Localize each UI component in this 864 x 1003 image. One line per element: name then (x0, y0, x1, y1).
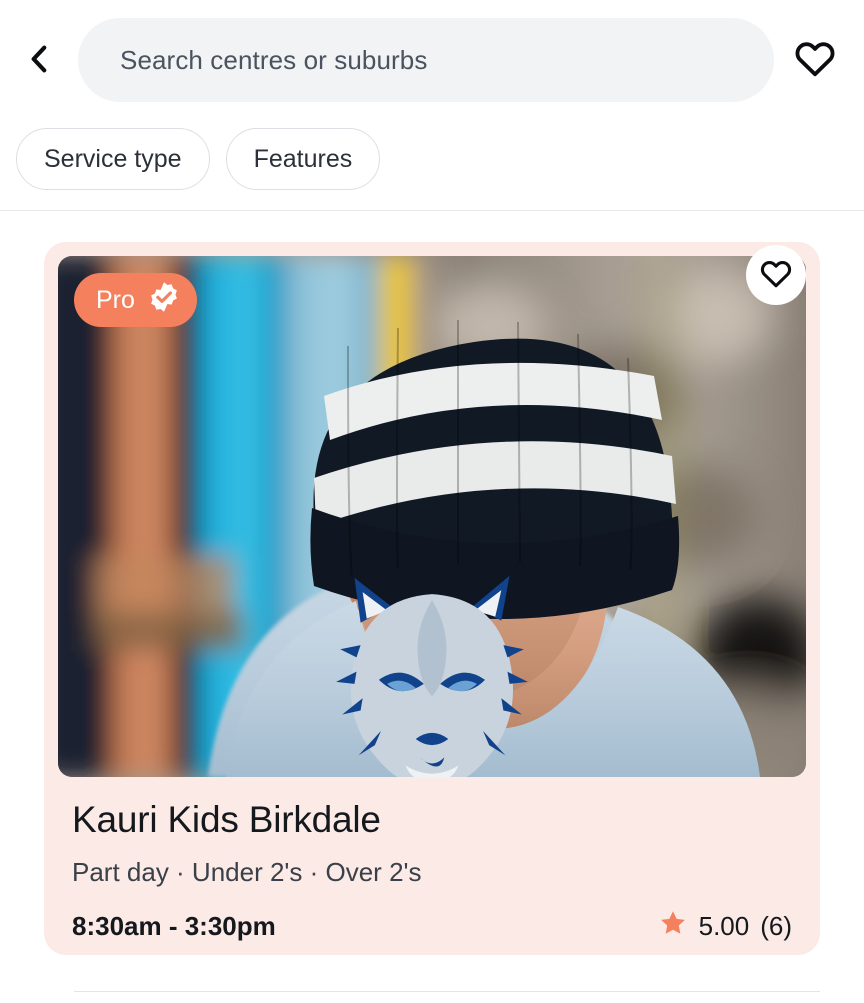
card-favourite-button[interactable] (746, 245, 806, 305)
pro-badge-label: Pro (96, 285, 135, 314)
search-row (0, 0, 864, 120)
centre-hours: 8:30am - 3:30pm (72, 911, 276, 942)
star-icon (658, 908, 688, 945)
list-divider (74, 991, 820, 992)
back-button[interactable] (16, 36, 64, 84)
rating: 5.00 (6) (658, 908, 792, 945)
card-meta-row: 8:30am - 3:30pm 5.00 (6) (72, 908, 792, 945)
card-body: Kauri Kids Birkdale Part day · Under 2's… (58, 777, 806, 945)
heart-outline-icon (759, 257, 793, 294)
filter-chip-features[interactable]: Features (225, 128, 381, 190)
heart-outline-icon (793, 37, 837, 84)
filter-chips: Service type Features (0, 128, 864, 190)
centre-photo[interactable]: Pro (58, 256, 806, 777)
results-list: Pro Kauri Kids Birkdale Part day · Under… (0, 211, 864, 1003)
verified-check-icon (147, 280, 181, 321)
search-header: Service type Features (0, 0, 864, 211)
chevron-left-icon (23, 42, 57, 79)
pro-badge[interactable]: Pro (74, 273, 197, 327)
child-in-striped-beanie-photo (58, 256, 806, 777)
filter-chip-service-type[interactable]: Service type (16, 128, 210, 190)
centre-services: Part day · Under 2's · Over 2's (72, 857, 422, 888)
search-input[interactable] (78, 18, 774, 102)
rating-score: 5.00 (698, 911, 750, 942)
favourites-button[interactable] (788, 33, 842, 87)
centre-card[interactable]: Pro Kauri Kids Birkdale Part day · Under… (44, 242, 820, 955)
centre-name: Kauri Kids Birkdale (72, 799, 381, 840)
rating-count: (6) (760, 911, 792, 942)
